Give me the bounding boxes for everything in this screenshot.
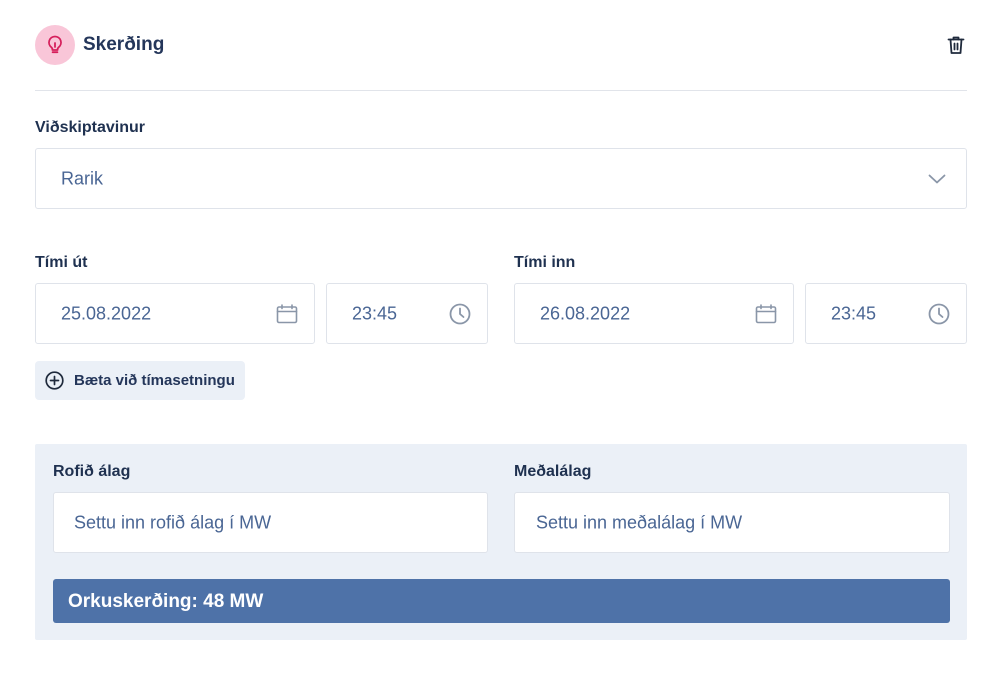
section-header: Skerðing [35, 25, 967, 65]
customer-value: Rarik [61, 168, 104, 188]
time-in-time-input[interactable]: 23:45 [805, 283, 967, 344]
clock-icon [449, 303, 471, 325]
customer-label: Viðskiptavinur [35, 119, 145, 136]
time-out-label: Tími út [35, 254, 88, 271]
interrupted-load-input[interactable]: Settu inn rofið álag í MW [53, 492, 488, 553]
time-in-date-input[interactable]: 26.08.2022 [514, 283, 794, 344]
calendar-icon [755, 303, 777, 324]
time-out-date-value: 25.08.2022 [61, 303, 152, 323]
header-divider [35, 90, 967, 91]
average-load-placeholder: Settu inn meðalálag í MW [536, 512, 743, 532]
add-time-button[interactable]: Bæta við tímasetningu [35, 361, 245, 400]
add-time-label: Bæta við tímasetningu [74, 372, 235, 389]
interrupted-load-placeholder: Settu inn rofið álag í MW [74, 512, 272, 532]
average-load-label: Meðalálag [514, 463, 592, 480]
customer-select[interactable]: Rarik [35, 148, 967, 209]
energy-curtailment-result: Orkuskerðing: 48 MW [53, 579, 950, 623]
average-load-input[interactable]: Settu inn meðalálag í MW [514, 492, 950, 553]
energy-curtailment-text: Orkuskerðing: 48 MW [68, 591, 264, 612]
section-title: Skerðing [83, 34, 165, 55]
time-out-time-value: 23:45 [352, 303, 398, 323]
time-out-time-input[interactable]: 23:45 [326, 283, 488, 344]
trash-icon[interactable] [945, 34, 967, 56]
plus-circle-icon [45, 371, 64, 395]
time-out-date-input[interactable]: 25.08.2022 [35, 283, 315, 344]
chevron-down-icon [928, 174, 946, 184]
clock-icon [928, 303, 950, 325]
time-in-date-value: 26.08.2022 [540, 303, 631, 323]
lightbulb-icon [35, 25, 75, 65]
time-in-time-value: 23:45 [831, 303, 877, 323]
time-in-label: Tími inn [514, 254, 576, 271]
calendar-icon [276, 303, 298, 324]
interrupted-load-label: Rofið álag [53, 463, 131, 480]
